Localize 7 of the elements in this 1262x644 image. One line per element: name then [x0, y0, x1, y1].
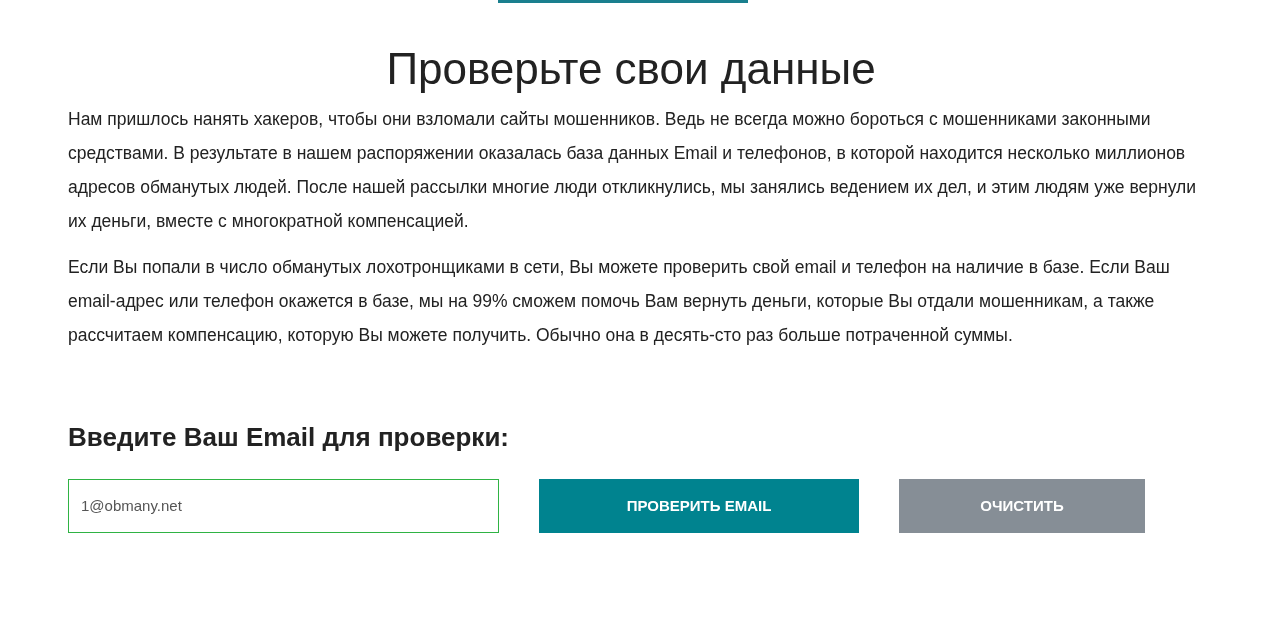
description-paragraph: Нам пришлось нанять хакеров, чтобы они взломали сайты мошенников. Ведь не всегда можно бороться с мошенниками законными средствами. В результате в нашем распоряжении оказалась база данных Email и телефонов, в которой находится несколько миллионов адресов обманутых людей. После нашей рассылки многие люди откликнулись, мы занялись ведением их дел, и этим людям уже вернули их деньги, вместе с многократной компенсацией. [68, 107, 1198, 233]
form-heading: Введите Ваш Email для проверки: [68, 421, 511, 453]
email-field[interactable]: 1@obmany.net [68, 479, 499, 533]
description-paragraph: Если Вы попали в число обманутых лохотронщиками в сети, Вы можете проверить свой email и телефон на наличие в базе. Если Ваш email-адрес или телефон окажется в базе, мы на 99% сможем помочь Вам вернуть деньги, которые Вы отдали мошенникам, а также рассчитаем компенсацию, которую Вы можете получить. Обычно она в десять-сто раз больше потраченной суммы. [68, 255, 1171, 347]
check-button[interactable]: ПРОВЕРИТЬ EMAIL [539, 479, 859, 533]
clear-button[interactable]: ОЧИСТИТЬ [899, 479, 1145, 533]
page-title: Проверьте свои данные [385, 43, 877, 95]
